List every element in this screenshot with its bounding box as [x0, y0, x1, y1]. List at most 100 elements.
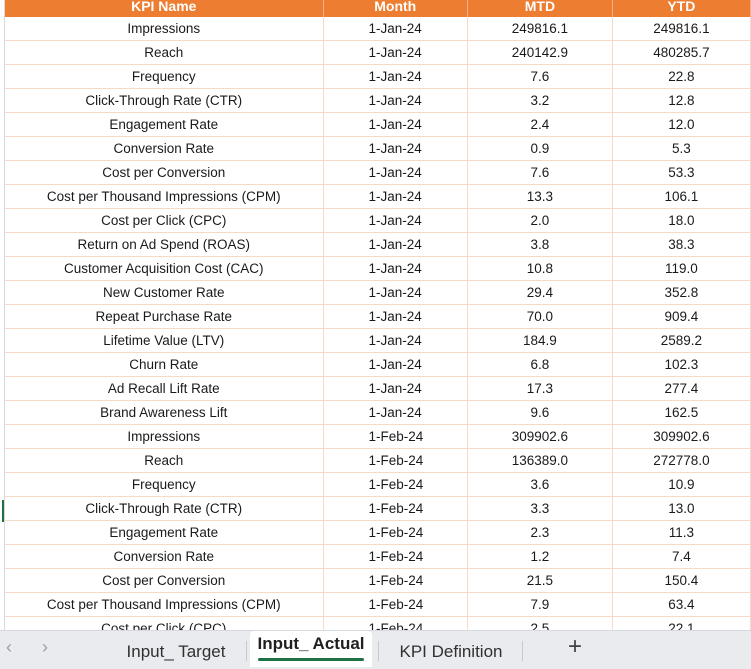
cell-ytd[interactable]: 22.8: [612, 64, 751, 89]
cell-mtd[interactable]: 249816.1: [467, 17, 613, 41]
cell-ytd[interactable]: 12.0: [612, 112, 751, 137]
cell-kpi-name[interactable]: Lifetime Value (LTV): [5, 328, 324, 353]
cell-month[interactable]: 1-Jan-24: [323, 64, 468, 89]
cell-ytd[interactable]: 352.8: [612, 280, 751, 305]
cell-ytd[interactable]: 22.1: [612, 616, 751, 630]
cell-mtd[interactable]: 240142.9: [467, 40, 613, 65]
cell-kpi-name[interactable]: Impressions: [5, 17, 324, 41]
cell-month[interactable]: 1-Jan-24: [323, 256, 468, 281]
chevron-left-icon[interactable]: ‹: [6, 637, 12, 658]
cell-kpi-name[interactable]: Frequency: [5, 64, 324, 89]
cell-kpi-name[interactable]: Repeat Purchase Rate: [5, 304, 324, 329]
cell-month[interactable]: 1-Jan-24: [323, 400, 468, 425]
cell-mtd[interactable]: 13.3: [467, 184, 613, 209]
cell-mtd[interactable]: 3.6: [467, 472, 613, 497]
cell-kpi-name[interactable]: Reach: [5, 40, 324, 65]
cell-ytd[interactable]: 309902.6: [612, 424, 751, 449]
spreadsheet-grid[interactable]: KPI Name Month MTD YTD Impressions 1-Jan-…: [0, 0, 751, 630]
cell-ytd[interactable]: 277.4: [612, 376, 751, 401]
cell-mtd[interactable]: 2.5: [467, 616, 613, 630]
cell-mtd[interactable]: 6.8: [467, 352, 613, 377]
cell-ytd[interactable]: 18.0: [612, 208, 751, 233]
cell-mtd[interactable]: 70.0: [467, 304, 613, 329]
header-kpi-name[interactable]: KPI Name: [5, 0, 324, 17]
cell-ytd[interactable]: 10.9: [612, 472, 751, 497]
cell-kpi-name[interactable]: Return on Ad Spend (ROAS): [5, 232, 324, 257]
cell-month[interactable]: 1-Jan-24: [323, 376, 468, 401]
cell-ytd[interactable]: 150.4: [612, 568, 751, 593]
add-sheet-icon[interactable]: +: [568, 633, 582, 661]
cell-month[interactable]: 1-Jan-24: [323, 112, 468, 137]
cell-month[interactable]: 1-Jan-24: [323, 352, 468, 377]
cell-mtd[interactable]: 17.3: [467, 376, 613, 401]
cell-kpi-name[interactable]: Churn Rate: [5, 352, 324, 377]
cell-mtd[interactable]: 9.6: [467, 400, 613, 425]
cell-mtd[interactable]: 21.5: [467, 568, 613, 593]
cell-ytd[interactable]: 102.3: [612, 352, 751, 377]
cell-mtd[interactable]: 2.3: [467, 520, 613, 545]
cell-mtd[interactable]: 3.3: [467, 496, 613, 521]
cell-kpi-name[interactable]: Conversion Rate: [5, 544, 324, 569]
cell-kpi-name[interactable]: Cost per Thousand Impressions (CPM): [5, 184, 324, 209]
cell-mtd[interactable]: 184.9: [467, 328, 613, 353]
cell-mtd[interactable]: 1.2: [467, 544, 613, 569]
cell-month[interactable]: 1-Jan-24: [323, 160, 468, 185]
tab-kpi-definition[interactable]: KPI Definition: [388, 637, 514, 667]
cell-month[interactable]: 1-Jan-24: [323, 136, 468, 161]
cell-kpi-name[interactable]: Cost per Conversion: [5, 568, 324, 593]
cell-mtd[interactable]: 2.0: [467, 208, 613, 233]
cell-ytd[interactable]: 119.0: [612, 256, 751, 281]
cell-month[interactable]: 1-Feb-24: [323, 448, 468, 473]
cell-month[interactable]: 1-Feb-24: [323, 616, 468, 630]
cell-month[interactable]: 1-Jan-24: [323, 280, 468, 305]
cell-ytd[interactable]: 53.3: [612, 160, 751, 185]
cell-kpi-name[interactable]: Engagement Rate: [5, 112, 324, 137]
header-mtd[interactable]: MTD: [467, 0, 613, 17]
cell-month[interactable]: 1-Jan-24: [323, 304, 468, 329]
cell-kpi-name[interactable]: Reach: [5, 448, 324, 473]
cell-month[interactable]: 1-Feb-24: [323, 592, 468, 617]
cell-ytd[interactable]: 106.1: [612, 184, 751, 209]
cell-kpi-name[interactable]: Cost per Click (CPC): [5, 208, 324, 233]
cell-month[interactable]: 1-Jan-24: [323, 17, 468, 41]
cell-ytd[interactable]: 909.4: [612, 304, 751, 329]
cell-mtd[interactable]: 136389.0: [467, 448, 613, 473]
cell-month[interactable]: 1-Jan-24: [323, 184, 468, 209]
cell-ytd[interactable]: 2589.2: [612, 328, 751, 353]
cell-ytd[interactable]: 480285.7: [612, 40, 751, 65]
chevron-right-icon[interactable]: ›: [42, 637, 48, 658]
cell-month[interactable]: 1-Feb-24: [323, 568, 468, 593]
cell-ytd[interactable]: 249816.1: [612, 17, 751, 41]
cell-kpi-name[interactable]: Click-Through Rate (CTR): [5, 496, 324, 521]
cell-ytd[interactable]: 63.4: [612, 592, 751, 617]
cell-ytd[interactable]: 38.3: [612, 232, 751, 257]
cell-month[interactable]: 1-Jan-24: [323, 232, 468, 257]
cell-ytd[interactable]: 162.5: [612, 400, 751, 425]
cell-month[interactable]: 1-Jan-24: [323, 40, 468, 65]
cell-ytd[interactable]: 272778.0: [612, 448, 751, 473]
cell-month[interactable]: 1-Jan-24: [323, 208, 468, 233]
header-month[interactable]: Month: [323, 0, 468, 17]
cell-mtd[interactable]: 7.6: [467, 160, 613, 185]
cell-kpi-name[interactable]: Cost per Click (CPC): [5, 616, 324, 630]
cell-ytd[interactable]: 11.3: [612, 520, 751, 545]
cell-mtd[interactable]: 2.4: [467, 112, 613, 137]
cell-kpi-name[interactable]: Brand Awareness Lift: [5, 400, 324, 425]
cell-month[interactable]: 1-Jan-24: [323, 328, 468, 353]
cell-mtd[interactable]: 3.2: [467, 88, 613, 113]
tab-input-target[interactable]: Input_ Target: [114, 637, 238, 667]
cell-ytd[interactable]: 5.3: [612, 136, 751, 161]
header-ytd[interactable]: YTD: [612, 0, 751, 17]
cell-month[interactable]: 1-Feb-24: [323, 472, 468, 497]
cell-month[interactable]: 1-Feb-24: [323, 496, 468, 521]
cell-kpi-name[interactable]: Cost per Thousand Impressions (CPM): [5, 592, 324, 617]
cell-mtd[interactable]: 309902.6: [467, 424, 613, 449]
cell-mtd[interactable]: 3.8: [467, 232, 613, 257]
cell-ytd[interactable]: 13.0: [612, 496, 751, 521]
cell-month[interactable]: 1-Feb-24: [323, 544, 468, 569]
cell-ytd[interactable]: 7.4: [612, 544, 751, 569]
cell-kpi-name[interactable]: Ad Recall Lift Rate: [5, 376, 324, 401]
cell-ytd[interactable]: 12.8: [612, 88, 751, 113]
cell-mtd[interactable]: 0.9: [467, 136, 613, 161]
cell-month[interactable]: 1-Feb-24: [323, 424, 468, 449]
